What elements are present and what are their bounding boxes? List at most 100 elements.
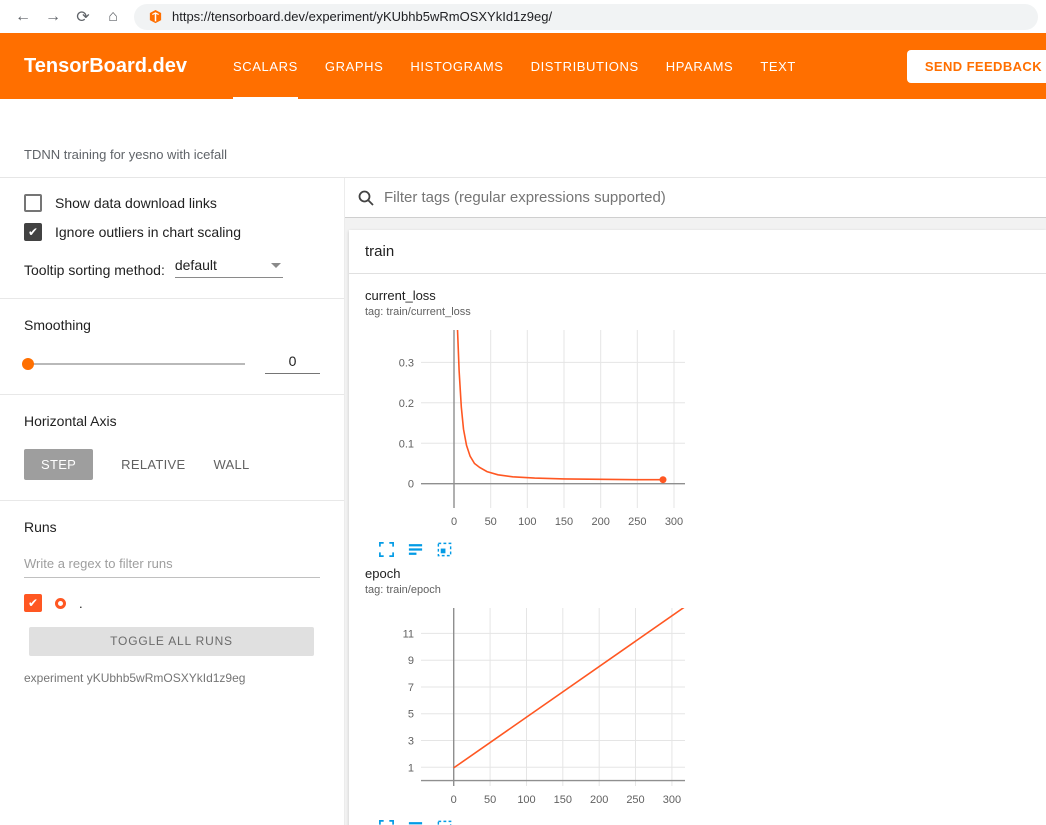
runs-filter-input[interactable] — [24, 556, 320, 578]
run-checkbox[interactable] — [24, 594, 42, 612]
chevron-down-icon — [271, 263, 281, 268]
svg-text:300: 300 — [665, 516, 683, 528]
svg-text:50: 50 — [485, 516, 497, 528]
fit-domain-icon[interactable] — [436, 819, 453, 825]
back-icon[interactable]: ← — [8, 8, 38, 26]
chart-card-epoch: epoch tag: train/epoch 0 50 100 150 200 250 300 1… — [365, 566, 695, 825]
chart-toolbar — [365, 812, 695, 825]
smoothing-slider-thumb[interactable] — [22, 358, 34, 370]
chart-title: current_loss — [365, 288, 695, 303]
svg-text:200: 200 — [592, 516, 610, 528]
expand-chart-icon[interactable] — [378, 541, 395, 558]
svg-text:7: 7 — [408, 682, 414, 694]
svg-text:100: 100 — [518, 516, 536, 528]
svg-text:3: 3 — [408, 736, 414, 748]
tooltip-sorting-dropdown[interactable]: default — [175, 257, 283, 278]
svg-text:1: 1 — [408, 762, 414, 774]
tensorboard-favicon — [148, 9, 163, 24]
tooltip-sorting-row: Tooltip sorting method: default — [24, 257, 320, 278]
ignore-outliers-label: Ignore outliers in chart scaling — [55, 224, 241, 240]
tab-histograms[interactable]: HISTOGRAMS — [410, 33, 503, 99]
tooltip-sorting-value: default — [175, 257, 217, 273]
reload-icon[interactable]: ⟳ — [68, 7, 98, 27]
svg-text:5: 5 — [408, 709, 414, 721]
smoothing-value[interactable]: 0 — [265, 353, 320, 374]
svg-text:0: 0 — [408, 479, 414, 491]
search-icon — [357, 189, 375, 207]
chart-plot-epoch[interactable]: 0 50 100 150 200 250 300 1 3 5 7 9 11 — [365, 602, 695, 812]
toggle-all-runs-button[interactable]: TOGGLE ALL RUNS — [29, 627, 314, 656]
train-section-header[interactable]: train — [349, 230, 1046, 274]
step-button[interactable]: STEP — [24, 449, 93, 480]
tooltip-sorting-label: Tooltip sorting method: — [24, 262, 165, 278]
data-table-icon[interactable] — [407, 541, 424, 558]
svg-text:0: 0 — [451, 794, 457, 806]
tab-scalars[interactable]: SCALARS — [233, 33, 298, 99]
expand-chart-icon[interactable] — [378, 819, 395, 825]
general-settings-section: Show data download links Ignore outliers… — [0, 194, 344, 298]
wall-button[interactable]: WALL — [213, 457, 249, 472]
svg-text:0.1: 0.1 — [399, 438, 414, 450]
chart-tag: tag: train/current_loss — [365, 306, 695, 318]
experiment-title: TDNN training for yesno with icefall — [24, 147, 227, 162]
smoothing-section: Smoothing 0 — [0, 298, 344, 394]
data-table-icon[interactable] — [407, 819, 424, 825]
svg-text:150: 150 — [555, 516, 573, 528]
experiment-id: experiment yKUbhb5wRmOSXYkId1z9eg — [24, 671, 320, 685]
svg-text:0: 0 — [451, 516, 457, 528]
svg-text:11: 11 — [403, 628, 414, 640]
show-download-links-row[interactable]: Show data download links — [24, 194, 320, 212]
app-logo[interactable]: TensorBoard.dev — [24, 55, 187, 78]
url-text: https://tensorboard.dev/experiment/yKUbh… — [172, 9, 552, 24]
runs-label: Runs — [24, 519, 320, 535]
address-bar[interactable]: https://tensorboard.dev/experiment/yKUbh… — [134, 4, 1038, 30]
tag-filter-input[interactable] — [384, 189, 1034, 206]
runs-section: Runs . TOGGLE ALL RUNS experiment yKUbhb… — [0, 500, 344, 705]
tag-filter-bar — [345, 178, 1046, 218]
svg-text:250: 250 — [626, 794, 644, 806]
horizontal-axis-section: Horizontal Axis STEP RELATIVE WALL — [0, 394, 344, 500]
content: Show data download links Ignore outliers… — [0, 178, 1046, 825]
ignore-outliers-row[interactable]: Ignore outliers in chart scaling — [24, 223, 320, 241]
train-card: train current_loss tag: train/current_los… — [349, 230, 1046, 825]
home-icon[interactable]: ⌂ — [98, 8, 128, 26]
train-section-title: train — [365, 243, 394, 260]
send-feedback-button[interactable]: SEND FEEDBACK — [907, 50, 1046, 83]
run-row[interactable]: . — [24, 594, 320, 612]
ignore-outliers-checkbox[interactable] — [24, 223, 42, 241]
svg-text:100: 100 — [517, 794, 535, 806]
svg-text:0.3: 0.3 — [399, 357, 414, 369]
tab-hparams[interactable]: HPARAMS — [666, 33, 734, 99]
svg-text:50: 50 — [484, 794, 496, 806]
svg-text:9: 9 — [408, 655, 414, 667]
chart-card-current_loss: current_loss tag: train/current_loss 0 50 10… — [365, 288, 695, 558]
app-header: TensorBoard.dev SCALARS GRAPHS HISTOGRAMS D… — [0, 33, 1046, 99]
svg-text:250: 250 — [628, 516, 646, 528]
svg-text:300: 300 — [663, 794, 681, 806]
svg-text:150: 150 — [554, 794, 572, 806]
nav-tabs: SCALARS GRAPHS HISTOGRAMS DISTRIBUTIONS HPAR… — [233, 33, 823, 99]
horizontal-axis-label: Horizontal Axis — [24, 413, 320, 429]
sidebar: Show data download links Ignore outliers… — [0, 178, 345, 825]
chart-plot-current_loss[interactable]: 0 50 100 150 200 250 300 0 0.1 0.2 0.3 — [365, 324, 695, 534]
chart-toolbar — [365, 534, 695, 558]
svg-text:200: 200 — [590, 794, 608, 806]
run-name: . — [79, 596, 83, 611]
forward-icon[interactable]: → — [38, 8, 68, 26]
main-area: train current_loss tag: train/current_los… — [345, 178, 1046, 825]
browser-chrome: ← → ⟳ ⌂ https://tensorboard.dev/experime… — [0, 0, 1046, 33]
smoothing-label: Smoothing — [24, 317, 320, 333]
charts-grid: current_losstag: train/current_loss05010… — [349, 274, 1046, 825]
tab-distributions[interactable]: DISTRIBUTIONS — [531, 33, 639, 99]
show-download-links-label: Show data download links — [55, 195, 217, 211]
chart-title: epoch — [365, 566, 695, 581]
svg-text:0.2: 0.2 — [399, 398, 414, 410]
experiment-title-bar: TDNN training for yesno with icefall — [0, 99, 1046, 178]
fit-domain-icon[interactable] — [436, 541, 453, 558]
tab-text[interactable]: TEXT — [760, 33, 796, 99]
show-download-links-checkbox[interactable] — [24, 194, 42, 212]
smoothing-slider[interactable] — [24, 363, 245, 365]
relative-button[interactable]: RELATIVE — [121, 457, 185, 472]
tab-graphs[interactable]: GRAPHS — [325, 33, 384, 99]
chart-tag: tag: train/epoch — [365, 584, 695, 596]
